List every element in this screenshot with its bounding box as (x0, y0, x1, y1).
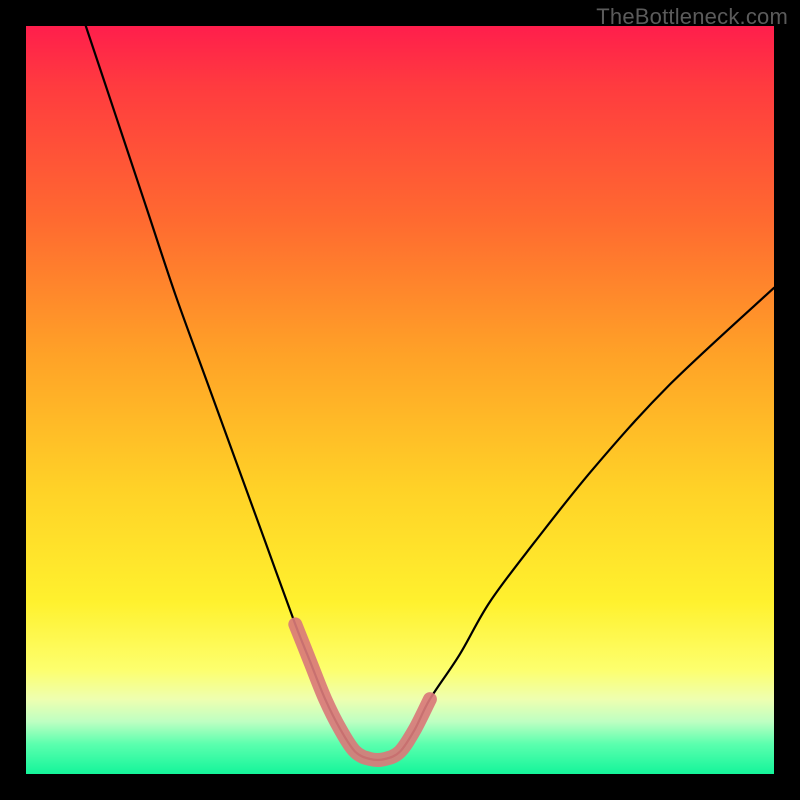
watermark-text: TheBottleneck.com (596, 4, 788, 30)
chart-frame: TheBottleneck.com (0, 0, 800, 800)
optimal-zone-highlight (295, 624, 430, 760)
curve-svg (26, 26, 774, 774)
bottleneck-curve (86, 26, 774, 760)
plot-area (26, 26, 774, 774)
